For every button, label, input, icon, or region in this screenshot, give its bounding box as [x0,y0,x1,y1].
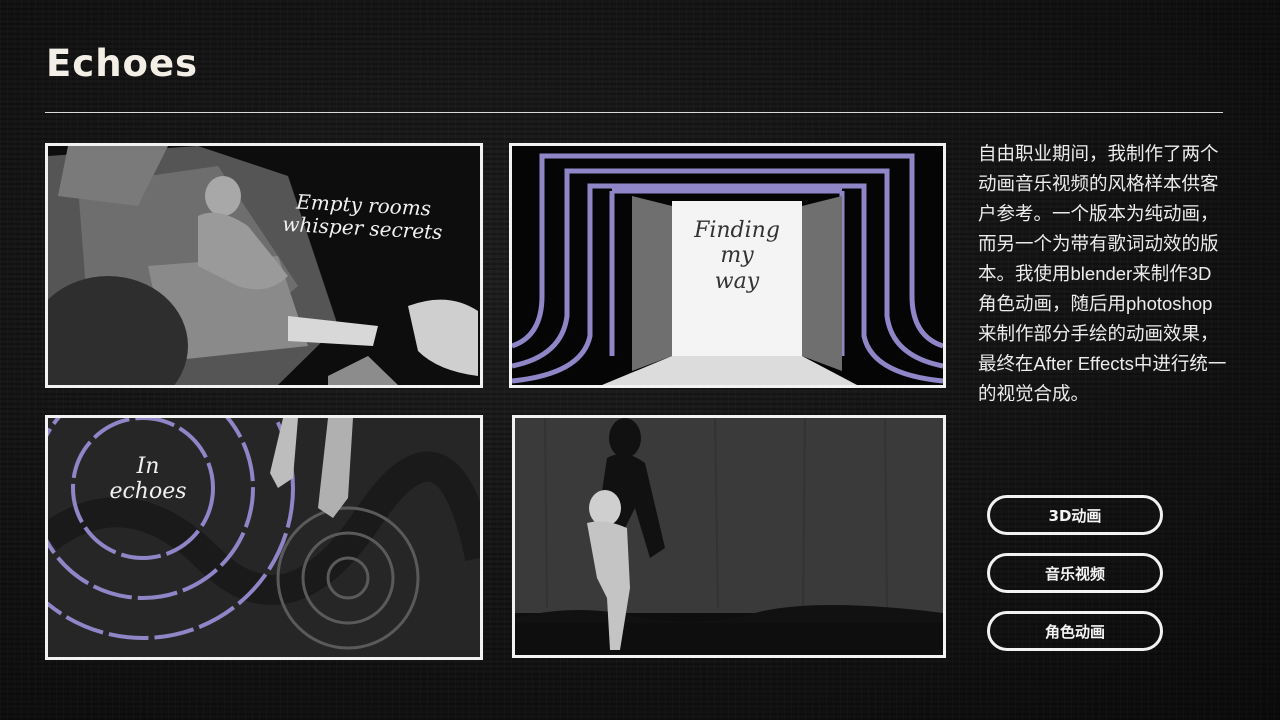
frame-4-artwork [515,418,943,655]
storyboard-frame-1[interactable]: Empty rooms whisper secrets [45,143,483,388]
storyboard-frame-2[interactable]: Finding my way [509,143,946,388]
storyboard-frame-3[interactable]: In echoes [45,415,483,660]
storyboard-frame-4[interactable] [512,415,946,658]
frame-1-artwork [48,146,480,385]
project-description: 自由职业期间，我制作了两个动画音乐视频的风格样本供客户参考。一个版本为纯动画，而… [978,143,1227,404]
tag-character-animation[interactable]: 角色动画 [987,611,1163,651]
tag-music-video[interactable]: 音乐视频 [987,553,1163,593]
frame-3-caption: In echoes [109,454,187,505]
tag-3d-animation[interactable]: 3D动画 [987,495,1163,535]
title-divider [45,112,1223,113]
frame-2-caption: Finding my way [694,218,780,294]
page-title: Echoes [46,42,199,85]
